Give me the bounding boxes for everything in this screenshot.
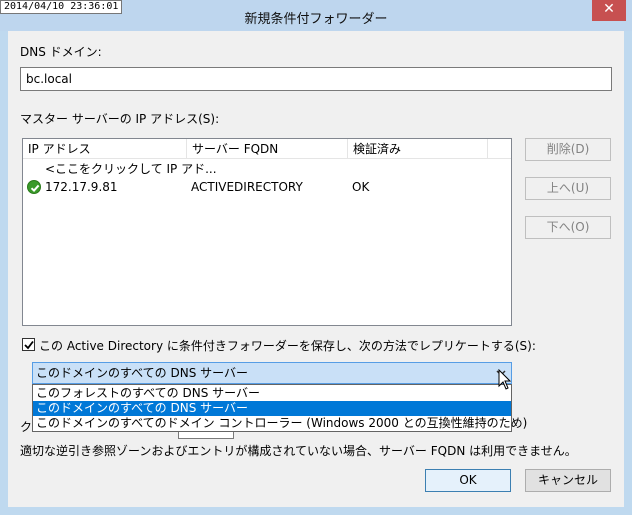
option-domain-dns[interactable]: このドメインのすべての DNS サーバー (33, 401, 511, 416)
table-row[interactable]: 172.17.9.81 ACTIVEDIRECTORY OK (23, 178, 511, 196)
column-header-validated[interactable]: 検証済み (348, 139, 488, 159)
column-header-ip[interactable]: IP アドレス (23, 139, 187, 159)
replicate-checkbox[interactable] (22, 338, 35, 351)
delete-button[interactable]: 削除(D) (525, 138, 611, 161)
ok-check-icon (27, 180, 41, 194)
fqdn-cell: ACTIVEDIRECTORY (191, 180, 303, 194)
master-servers-label: マスター サーバーの IP アドレス(S): (20, 112, 220, 126)
move-up-button[interactable]: 上へ(U) (525, 177, 611, 200)
replicate-checkbox-label[interactable]: この Active Directory に条件付きフォワーダーを保存し、次の方法… (39, 337, 536, 354)
move-down-button[interactable]: 下へ(O) (525, 216, 611, 239)
window-title: 新規条件付フォワーダー (244, 12, 388, 27)
dialog-body: DNS ドメイン: bc.local マスター サーバーの IP アドレス(S)… (8, 31, 624, 507)
close-icon: ✕ (603, 1, 615, 17)
fqdn-note: 適切な逆引き参照ゾーンおよびエントリが構成されていない場合、サーバー FQDN … (20, 444, 577, 458)
cancel-button[interactable]: キャンセル (525, 469, 611, 492)
option-forest-dns[interactable]: このフォレストのすべての DNS サーバー (33, 386, 511, 401)
checkmark-icon (24, 340, 34, 350)
option-domain-controllers[interactable]: このドメインのすべてのドメイン コントローラー (Windows 2000 との… (33, 416, 527, 431)
add-ip-placeholder: <ここをクリックして IP アド... (45, 162, 217, 176)
master-servers-list[interactable]: IP アドレス サーバー FQDN 検証済み <ここをクリックして IP アド.… (22, 138, 512, 326)
replication-scope-options[interactable]: このフォレストのすべての DNS サーバー このドメインのすべての DNS サー… (32, 384, 527, 432)
list-item-add-placeholder[interactable]: <ここをクリックして IP アド... (23, 160, 511, 178)
ip-cell: 172.17.9.81 (45, 180, 118, 194)
list-header: IP アドレス サーバー FQDN 検証済み (23, 139, 511, 159)
dns-domain-label: DNS ドメイン: (20, 45, 102, 59)
replication-scope-select[interactable]: このドメインのすべての DNS サーバー (32, 362, 512, 384)
column-header-fqdn[interactable]: サーバー FQDN (187, 139, 348, 159)
title-bar[interactable]: 2014/04/10 23:36:01 新規条件付フォワーダー ✕ (0, 0, 632, 31)
obscured-label-fragment: ク (20, 420, 33, 434)
ok-button[interactable]: OK (425, 469, 511, 492)
replication-scope-value: このドメインのすべての DNS サーバー (36, 366, 249, 380)
validated-cell: OK (352, 180, 370, 194)
mouse-cursor-icon (498, 369, 512, 390)
dns-domain-input[interactable]: bc.local (20, 67, 612, 91)
close-button[interactable]: ✕ (592, 0, 626, 21)
